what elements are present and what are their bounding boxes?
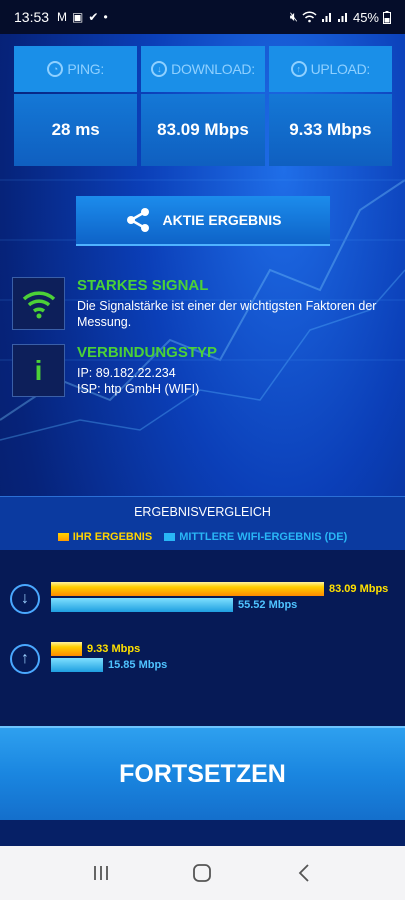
tile-download-label: DOWNLOAD: [171,61,255,77]
tile-download: ↓ DOWNLOAD: 83.09 Mbps [141,46,265,166]
wifi-signal-icon-box [12,277,65,330]
result-tiles: ◔ PING: 28 ms ↓ DOWNLOAD: 83.09 Mbps ↑ U… [14,46,392,166]
tile-ping-header: ◔ PING: [14,46,138,92]
share-button-label: AKTIE ERGEBNIS [162,212,282,228]
app-screen: ◔ PING: 28 ms ↓ DOWNLOAD: 83.09 Mbps ↑ U… [0,0,405,846]
download-avg-label: 55.52 Mbps [238,599,298,611]
comparison-header: ERGEBNISVERGLEICH IHR ERGEBNIS MITTLERE … [0,496,405,550]
info-icon: i [34,354,43,386]
signal-icon [321,13,331,22]
connection-isp: ISP: htp GmbH (WIFI) [77,382,200,396]
legend-yours-label: IHR ERGEBNIS [72,531,153,543]
notification-icon: ▣ [72,10,84,24]
tile-download-value: 83.09 Mbps [141,94,265,166]
ping-icon: ◔ [47,61,64,77]
comparison-legend: IHR ERGEBNIS MITTLERE WIFI-ERGEBNIS (DE) [0,531,405,543]
battery-percent: 45% [352,9,379,25]
tile-ping: ◔ PING: 28 ms [14,46,138,166]
tile-upload: ↑ UPLOAD: 9.33 Mbps [268,46,392,166]
status-bar: 13:53 M ▣ ✔ • 🔇︎ 45% [0,0,405,34]
connection-info: i VERBINDUNGSTYP IP: 89.182.22.234 ISP: … [12,344,392,397]
wifi-signal-icon [22,290,55,318]
upload-avg-label: 15.85 Mbps [108,659,168,671]
legend-avg-swatch [164,533,176,541]
back-icon[interactable] [284,853,324,893]
signal-icon [337,13,347,22]
home-icon[interactable] [182,853,222,893]
signal-title: STARKES SIGNAL [77,277,209,294]
legend-yours-swatch [57,533,69,541]
upload-circle-icon: ↑ [10,644,40,674]
tile-download-header: ↓ DOWNLOAD: [141,46,265,92]
battery-icon [383,10,391,24]
signal-text: STARKES SIGNAL Die Signalstärke ist eine… [77,277,392,330]
connection-text: VERBINDUNGSTYP IP: 89.182.22.234 ISP: ht… [77,344,217,397]
system-nav-bar [0,846,405,900]
continue-button[interactable]: FORTSETZEN [0,726,405,820]
connection-title: VERBINDUNGSTYP [77,344,218,361]
download-yours-label: 83.09 Mbps [329,583,389,595]
dot-icon: • [103,10,108,24]
download-circle-icon: ↓ [10,584,40,614]
status-notification-icons: M ▣ ✔ • [57,10,108,24]
comparison-title: ERGEBNISVERGLEICH [134,505,271,519]
recent-apps-icon[interactable] [81,853,121,893]
status-right: 🔇︎ 45% [290,9,391,25]
connection-ip: IP: 89.182.22.234 [77,366,176,380]
signal-info: STARKES SIGNAL Die Signalstärke ist eine… [12,277,392,330]
comparison-chart: ↓ 83.09 Mbps 55.52 Mbps ↑ 9.33 Mbps 15.8… [0,550,405,726]
upload-avg-bar [51,658,103,672]
gmail-icon: M [57,10,68,24]
share-icon [127,208,150,232]
tile-upload-header: ↑ UPLOAD: [268,46,392,92]
share-result-button[interactable]: AKTIE ERGEBNIS [76,196,330,246]
bottom-strip [0,820,405,846]
download-yours-bar [51,582,324,596]
download-avg-bar [51,598,233,612]
tile-upload-value: 9.33 Mbps [268,94,392,166]
signal-description: Die Signalstärke ist einer der wichtigst… [77,299,377,329]
legend-avg: MITTLERE WIFI-ERGEBNIS (DE) [164,531,347,543]
upload-yours-label: 9.33 Mbps [87,643,141,655]
upload-icon: ↑ [290,61,307,77]
info-icon-box: i [12,344,65,397]
legend-avg-label: MITTLERE WIFI-ERGEBNIS (DE) [179,531,348,543]
upload-yours-bar [51,642,82,656]
check-icon: ✔ [88,10,99,24]
legend-yours: IHR ERGEBNIS [57,531,153,543]
tile-upload-label: UPLOAD: [310,61,371,77]
tile-ping-label: PING: [67,61,104,77]
mute-icon: 🔇︎ [289,9,298,24]
tile-ping-value: 28 ms [14,94,138,166]
wifi-icon [302,11,317,23]
status-time: 13:53 [14,9,50,25]
download-icon: ↓ [151,61,168,77]
